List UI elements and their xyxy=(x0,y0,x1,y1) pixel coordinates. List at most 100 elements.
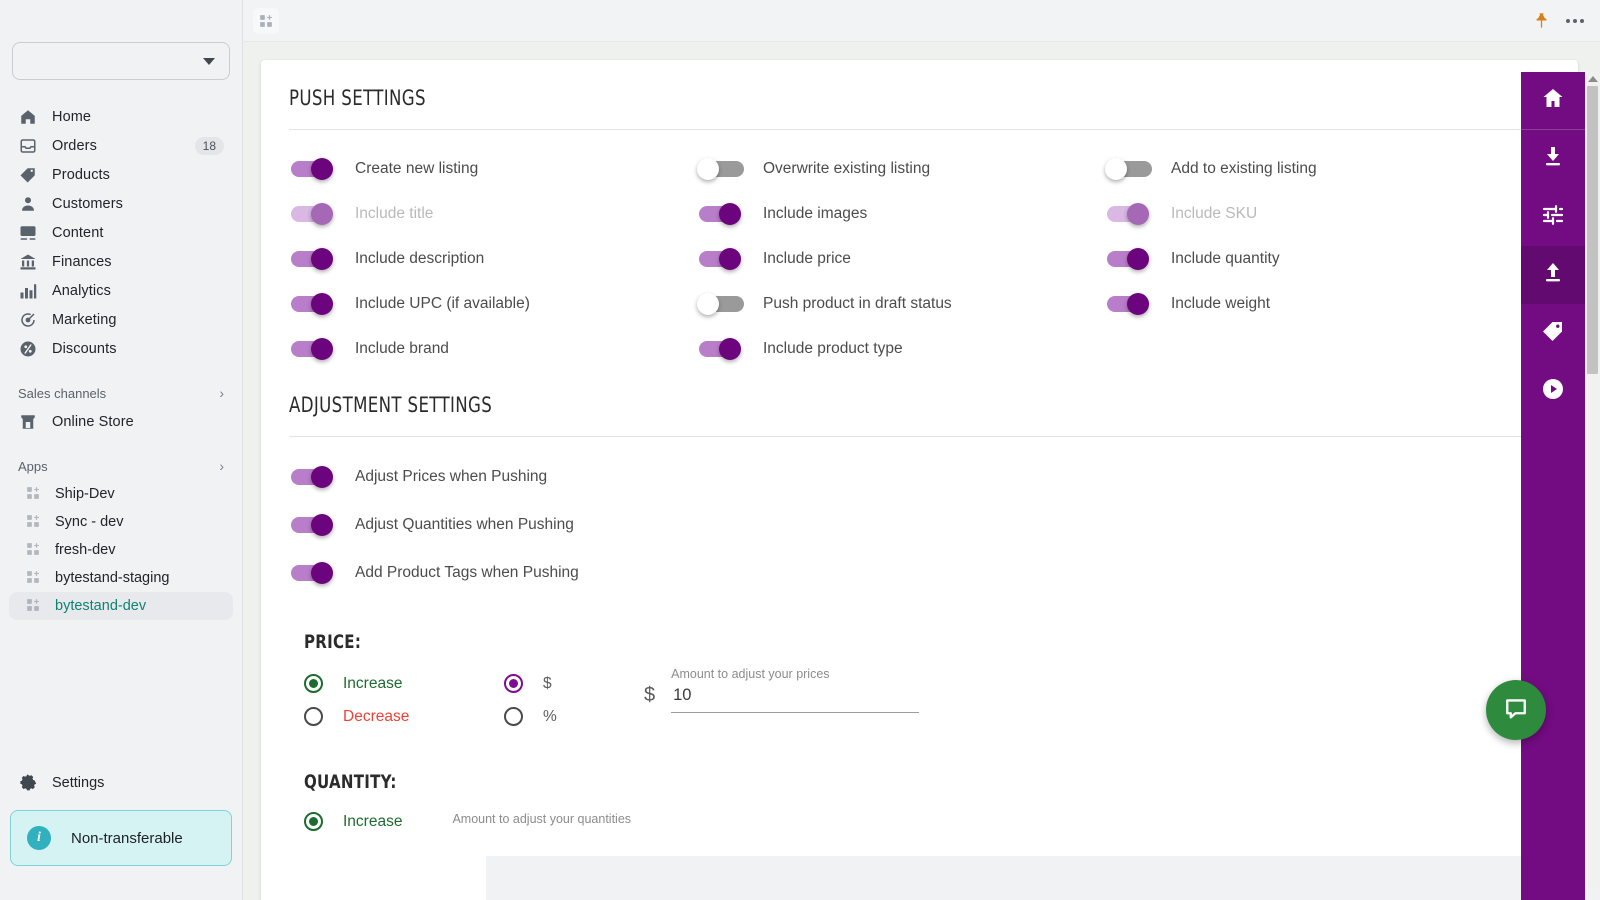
toggle-include-images[interactable] xyxy=(697,202,744,225)
rail-tag-button[interactable] xyxy=(1521,304,1585,362)
sidebar-item-customers[interactable]: Customers xyxy=(9,189,233,218)
rail-play-button[interactable] xyxy=(1521,362,1585,420)
toggle-push-product-draft-status[interactable] xyxy=(697,292,744,315)
toggle-row-push-draft-status[interactable]: Push product in draft status xyxy=(697,281,1105,326)
primary-nav: Home Orders 18 Products Customers Conten… xyxy=(0,102,242,363)
sidebar-app-bytestand-dev[interactable]: bytestand-dev xyxy=(9,592,233,620)
toggle-row-adjust-quantities[interactable]: Adjust Quantities when Pushing xyxy=(289,501,1550,549)
price-amount-input[interactable]: 10 xyxy=(671,681,920,713)
price-amount-wrap: $ Amount to adjust your prices 10 xyxy=(644,667,920,713)
rail-download-button[interactable] xyxy=(1521,130,1585,188)
chat-bubble-icon xyxy=(1502,694,1530,727)
rail-settings-sliders-button[interactable] xyxy=(1521,188,1585,246)
toggle-include-quantity[interactable] xyxy=(1105,247,1152,270)
toggle-add-product-tags-when-pushing[interactable] xyxy=(289,562,336,584)
analytics-bars-icon xyxy=(18,281,38,301)
apps-grid-icon[interactable] xyxy=(253,7,279,34)
sidebar-item-label: Customers xyxy=(52,195,123,212)
toggle-label: Include description xyxy=(355,249,485,267)
toggle-row-include-quantity[interactable]: Include quantity xyxy=(1105,236,1550,281)
rail-upload-button[interactable] xyxy=(1521,246,1585,304)
sidebar-item-marketing[interactable]: Marketing xyxy=(9,305,233,334)
toggle-include-brand[interactable] xyxy=(289,337,336,360)
toggle-row-empty xyxy=(1105,326,1550,371)
price-amount-field[interactable]: Amount to adjust your prices 10 xyxy=(671,667,920,713)
more-dots-icon[interactable] xyxy=(1564,15,1586,27)
toggle-add-to-existing-listing[interactable] xyxy=(1105,157,1152,180)
sidebar-item-finances[interactable]: Finances xyxy=(9,247,233,276)
sidebar-item-analytics[interactable]: Analytics xyxy=(9,276,233,305)
settings-card: PUSH SETTINGS Create new listing Overwri… xyxy=(261,60,1578,900)
sidebar-item-orders[interactable]: Orders 18 xyxy=(9,131,233,160)
toggle-row-include-product-type[interactable]: Include product type xyxy=(697,326,1105,371)
radio-indicator xyxy=(504,674,523,693)
chevron-right-icon: › xyxy=(219,458,224,474)
toggle-include-weight[interactable] xyxy=(1105,292,1152,315)
toggle-include-title[interactable] xyxy=(289,202,336,225)
orders-inbox-icon xyxy=(18,136,38,156)
app-grid-icon xyxy=(26,542,42,558)
toggle-row-include-sku[interactable]: Include SKU xyxy=(1105,191,1550,236)
toggle-adjust-quantities-when-pushing[interactable] xyxy=(289,514,336,536)
sidebar-item-label: Online Store xyxy=(52,413,134,430)
toggle-row-include-images[interactable]: Include images xyxy=(697,191,1105,236)
toggle-include-upc[interactable] xyxy=(289,292,336,315)
radio-price-decrease[interactable]: Decrease xyxy=(304,700,504,733)
toggle-include-description[interactable] xyxy=(289,247,336,270)
upload-icon xyxy=(1541,261,1565,290)
store-selector[interactable] xyxy=(12,42,230,80)
rail-home-button[interactable] xyxy=(1521,72,1585,130)
toggle-row-add-to-existing-listing[interactable]: Add to existing listing xyxy=(1105,146,1550,191)
radio-price-increase[interactable]: Increase xyxy=(304,667,504,700)
play-icon xyxy=(1541,377,1565,406)
toggle-overwrite-existing-listing[interactable] xyxy=(697,157,744,180)
toggle-row-include-weight[interactable]: Include weight xyxy=(1105,281,1550,326)
settings-label: Settings xyxy=(52,775,105,791)
sales-channels-header[interactable]: Sales channels › xyxy=(9,381,233,405)
right-action-rail xyxy=(1521,72,1585,900)
toggle-row-create-new-listing[interactable]: Create new listing xyxy=(289,146,697,191)
vertical-scrollbar[interactable] xyxy=(1585,72,1600,888)
toggle-row-overwrite-existing-listing[interactable]: Overwrite existing listing xyxy=(697,146,1105,191)
toggle-row-add-product-tags[interactable]: Add Product Tags when Pushing xyxy=(289,549,1550,597)
storefront-icon xyxy=(18,412,38,432)
toggle-row-include-title[interactable]: Include title xyxy=(289,191,697,236)
sidebar-item-online-store[interactable]: Online Store xyxy=(9,407,233,436)
toggle-label: Include price xyxy=(763,249,851,267)
toggle-row-include-description[interactable]: Include description xyxy=(289,236,697,281)
info-icon: i xyxy=(27,826,51,850)
toggle-row-include-price[interactable]: Include price xyxy=(697,236,1105,281)
toggle-row-include-brand[interactable]: Include brand xyxy=(289,326,697,371)
toggle-include-product-type[interactable] xyxy=(697,337,744,360)
pin-icon[interactable] xyxy=(1533,12,1550,29)
sidebar-app-fresh-dev[interactable]: fresh-dev xyxy=(9,536,233,564)
bottom-strip xyxy=(486,856,1600,900)
sidebar-item-settings[interactable]: Settings xyxy=(9,768,233,798)
sidebar-app-ship-dev[interactable]: Ship-Dev xyxy=(9,480,233,508)
toggle-adjust-prices-when-pushing[interactable] xyxy=(289,466,336,488)
apps-header[interactable]: Apps › xyxy=(9,454,233,478)
toggle-row-include-upc[interactable]: Include UPC (if available) xyxy=(289,281,697,326)
toggle-row-adjust-prices[interactable]: Adjust Prices when Pushing xyxy=(289,453,1550,501)
toggle-label: Include title xyxy=(355,204,434,222)
currency-symbol: $ xyxy=(644,684,656,706)
sidebar-item-content[interactable]: Content xyxy=(9,218,233,247)
toggle-include-sku[interactable] xyxy=(1105,202,1152,225)
sidebar-app-sync-dev[interactable]: Sync - dev xyxy=(9,508,233,536)
sidebar-item-label: Finances xyxy=(52,253,112,270)
sidebar-item-products[interactable]: Products xyxy=(9,160,233,189)
toggle-create-new-listing[interactable] xyxy=(289,157,336,180)
sidebar-item-label: Content xyxy=(52,224,104,241)
sliders-icon xyxy=(1541,203,1565,232)
sidebar-item-discounts[interactable]: Discounts xyxy=(9,334,233,363)
sidebar-item-home[interactable]: Home xyxy=(9,102,233,131)
radio-price-unit-percent[interactable]: % xyxy=(504,700,604,733)
chat-support-button[interactable] xyxy=(1486,680,1546,740)
radio-quantity-increase[interactable]: Increase xyxy=(304,805,402,838)
scroll-up-arrow-icon[interactable] xyxy=(1587,76,1598,82)
sidebar-app-bytestand-staging[interactable]: bytestand-staging xyxy=(9,564,233,592)
radio-price-unit-dollar[interactable]: $ xyxy=(504,667,604,700)
toggle-include-price[interactable] xyxy=(697,247,744,270)
radio-label: $ xyxy=(543,674,552,692)
scrollbar-thumb[interactable] xyxy=(1587,86,1598,374)
